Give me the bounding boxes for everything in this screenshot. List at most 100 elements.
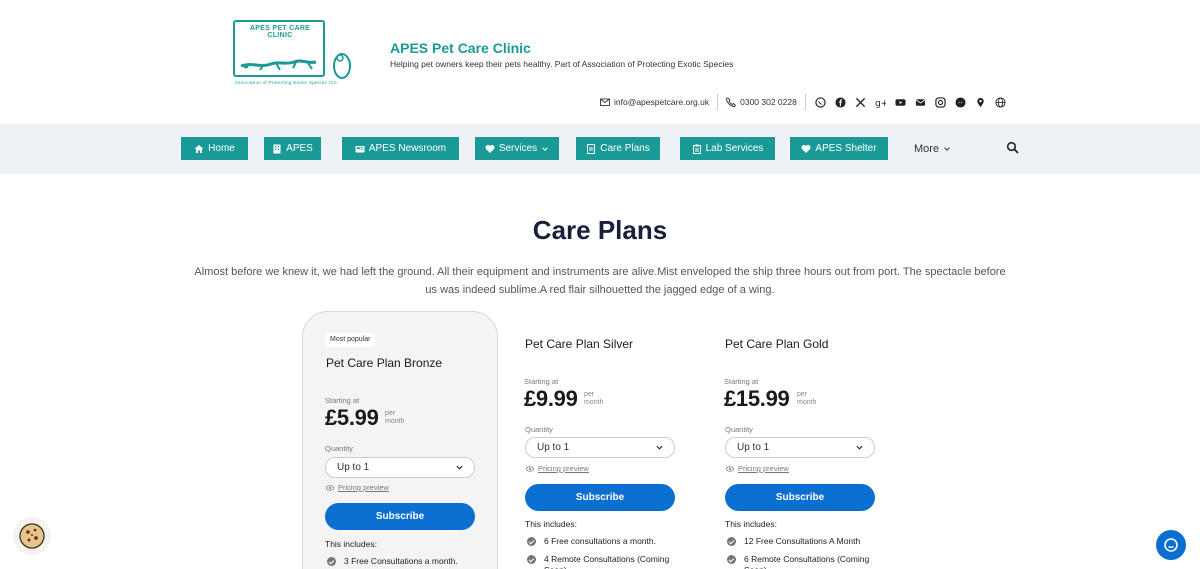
feature-text: 6 Remote Consultations (Coming Soon) (744, 554, 870, 569)
messenger-icon[interactable] (954, 95, 968, 109)
cookie-consent-button[interactable] (13, 517, 51, 555)
chevron-down-icon (656, 445, 663, 450)
price-period: per month (385, 410, 404, 426)
site-tagline: Helping pet owners keep their pets healt… (390, 59, 734, 69)
feature-text: 12 Free Consultations A Month (744, 536, 861, 546)
mail-icon (600, 98, 610, 106)
nav-item-label: Services (498, 143, 538, 154)
period-text: month (797, 399, 817, 406)
site-header: APES PET CARE CLINIC Association of Prot… (0, 0, 1200, 124)
plan-name: Pet Care Plan Bronze (326, 356, 443, 370)
pricing-preview-label: Pricing preview (538, 464, 589, 473)
eye-icon (326, 484, 334, 491)
nav-item-apes-shelter[interactable]: APES Shelter (790, 137, 888, 160)
nav-item-home[interactable]: Home (181, 137, 248, 160)
clipboard-icon (692, 144, 701, 154)
chevron-down-icon (856, 445, 863, 450)
heart-icon (485, 144, 495, 153)
pricing-preview-label: Pricing preview (738, 464, 789, 473)
quantity-select[interactable]: Up to 1 (325, 457, 475, 478)
main-navigation: Home APES APES Newsroom Services Care Pl… (0, 124, 1200, 174)
includes-label: This includes: (725, 519, 777, 529)
phone-text: 0300 302 0228 (740, 97, 797, 107)
plan-price: £9.99 (524, 386, 578, 411)
building-icon (273, 144, 281, 153)
chat-icon (1164, 538, 1178, 552)
x-icon[interactable] (854, 95, 868, 109)
nav-item-apes-newsroom[interactable]: APES Newsroom (342, 137, 459, 160)
search-icon[interactable] (1006, 141, 1020, 155)
check-icon (527, 555, 536, 564)
nav-item-label: APES Shelter (815, 143, 877, 154)
mail-icon[interactable] (914, 95, 928, 109)
page-title: Care Plans (532, 215, 668, 245)
globe-icon[interactable] (994, 95, 1008, 109)
nav-item-services[interactable]: Services (475, 137, 559, 160)
email-text: info@apespetcare.org.uk (614, 97, 710, 107)
subscribe-button[interactable]: Subscribe (525, 484, 675, 511)
feature-text: 4 Remote Consultations (Coming Soon) (544, 554, 670, 569)
quantity-select[interactable]: Up to 1 (725, 437, 875, 458)
site-title[interactable]: APES Pet Care Clinic (390, 40, 531, 56)
quantity-label: Quantity (525, 425, 553, 434)
check-icon (727, 555, 736, 564)
youtube-icon[interactable] (894, 95, 908, 109)
pricing-preview-link[interactable]: Pricing preview (726, 464, 789, 473)
subscribe-button[interactable]: Subscribe (725, 484, 875, 511)
nav-item-lab-services[interactable]: Lab Services (680, 137, 775, 160)
google-plus-icon[interactable]: g+ (874, 95, 888, 109)
per-text: per (797, 391, 808, 398)
email-link[interactable]: info@apespetcare.org.uk (600, 94, 719, 110)
includes-label: This includes: (325, 539, 377, 549)
feature-text: 3 Free Consultations a month. (344, 556, 458, 566)
quantity-label: Quantity (325, 444, 353, 453)
pricing-preview-link[interactable]: Pricing preview (326, 483, 389, 492)
feature-item: 4 Remote Consultations (Coming Soon) (527, 554, 687, 569)
nav-item-label: APES Newsroom (368, 143, 447, 154)
instagram-icon[interactable] (934, 95, 948, 109)
subscribe-button[interactable]: Subscribe (325, 503, 475, 530)
feature-text: 6 Free consultations a month. (544, 536, 656, 546)
starting-at-label: Starting at (325, 396, 360, 405)
price-period: per month (584, 391, 603, 407)
logo-title: APES PET CARE CLINIC (249, 25, 311, 39)
feature-item: 3 Free Consultations a month. (327, 556, 487, 567)
location-icon[interactable] (974, 95, 988, 109)
document-icon (587, 143, 596, 154)
chevron-down-icon (542, 146, 548, 151)
period-text: month (385, 418, 405, 425)
plan-name: Pet Care Plan Silver (525, 337, 634, 351)
whatsapp-icon[interactable] (814, 95, 828, 109)
nav-item-care-plans[interactable]: Care Plans (576, 137, 660, 160)
quantity-select[interactable]: Up to 1 (525, 437, 675, 458)
price-period: per month (797, 391, 816, 407)
chevron-down-icon (944, 146, 950, 151)
pricing-preview-label: Pricing preview (338, 483, 389, 492)
plan-price: £5.99 (325, 405, 379, 430)
most-popular-badge: Most popular (325, 333, 376, 347)
page-description: Almost before we knew it, we had left th… (194, 266, 1006, 296)
starting-at-label: Starting at (524, 377, 559, 386)
social-links: g+ (814, 95, 1008, 109)
home-icon (194, 144, 204, 153)
quantity-value: Up to 1 (337, 462, 370, 473)
eye-icon (726, 465, 734, 472)
per-text: per (385, 410, 396, 417)
nav-item-label: APES (286, 143, 313, 154)
facebook-icon[interactable] (834, 95, 848, 109)
nav-item-label: Lab Services (705, 143, 764, 154)
nav-more-menu[interactable]: More (914, 137, 951, 160)
check-icon (727, 537, 736, 546)
site-logo[interactable]: APES PET CARE CLINIC Association of Prot… (216, 18, 356, 90)
pricing-preview-link[interactable]: Pricing preview (526, 464, 589, 473)
feature-item: 12 Free Consultations A Month (727, 536, 887, 547)
nav-more-label: More (914, 142, 940, 155)
logo-subtitle: Association of Protecting Exotic Species… (234, 80, 338, 85)
plan-name: Pet Care Plan Gold (725, 337, 829, 351)
nav-item-label: Care Plans (600, 143, 650, 154)
heart-icon (801, 144, 811, 153)
phone-link[interactable]: 0300 302 0228 (726, 94, 806, 110)
per-text: per (584, 391, 595, 398)
chat-widget-button[interactable] (1156, 530, 1186, 560)
nav-item-apes[interactable]: APES (264, 137, 321, 160)
